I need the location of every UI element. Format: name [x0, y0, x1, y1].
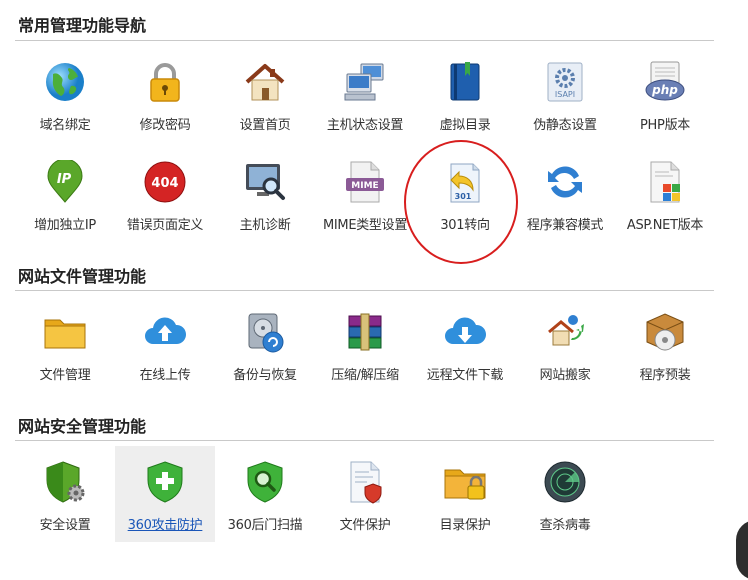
- section-divider: [15, 440, 714, 441]
- nav-item-preinstall[interactable]: 程序预装: [615, 296, 715, 392]
- nav-item-change-password[interactable]: 修改密码: [115, 46, 215, 142]
- isapi-text: ISAPI: [555, 90, 575, 99]
- nav-item-backup-restore[interactable]: 备份与恢复: [215, 296, 315, 392]
- nav-item-aspnet-version[interactable]: ASP.NET版本: [615, 146, 715, 242]
- nav-item-mime-settings[interactable]: MIME MIME类型设置: [315, 146, 415, 242]
- disk-backup-icon: [243, 310, 287, 354]
- nav-item-label: 程序兼容模式: [526, 218, 604, 233]
- section-divider: [15, 290, 714, 291]
- radar-icon: [543, 460, 587, 504]
- mime-file-icon: MIME: [343, 160, 387, 204]
- nav-item-label: 在线上传: [139, 368, 191, 383]
- nav-item-label: 查杀病毒: [539, 518, 591, 533]
- site-move-icon: [543, 310, 587, 354]
- section-divider: [15, 40, 714, 41]
- nav-item-security-settings[interactable]: 安全设置: [15, 446, 115, 542]
- nav-item-domain-binding[interactable]: 域名绑定: [15, 46, 115, 142]
- nav-item-virtual-directory[interactable]: 虚拟目录: [415, 46, 515, 142]
- nav-item-label: 伪静态设置: [533, 118, 597, 133]
- nav-item-label: 设置首页: [239, 118, 291, 133]
- nav-item-label: 文件保护: [339, 518, 391, 533]
- nav-item-label: 主机诊断: [239, 218, 291, 233]
- lock-icon: [143, 60, 187, 104]
- nav-item-label: 错误页面定义: [126, 218, 204, 233]
- nav-item-label: 301转向: [440, 218, 490, 233]
- icon-row: 安全设置 360攻击防护 360后门扫描 文件保护 目录保护 查杀病毒: [15, 446, 715, 546]
- icon-row: 文件管理 在线上传 备份与恢复 压缩/解压缩 远程文件下载 网站搬家 程序预装: [15, 296, 715, 396]
- cloud-download-icon: [443, 310, 487, 354]
- folder-lock-icon: [443, 460, 487, 504]
- nav-item-add-ip[interactable]: IP 增加独立IP: [15, 146, 115, 242]
- nav-item-label: ASP.NET版本: [626, 218, 704, 233]
- section-title-common: 常用管理功能导航: [18, 16, 147, 35]
- nav-item-label: MIME类型设置: [322, 218, 408, 233]
- section-title-security: 网站安全管理功能: [18, 417, 147, 436]
- cloud-upload-icon: [143, 310, 187, 354]
- php-icon: php: [643, 60, 687, 104]
- error-404-text: 404: [151, 176, 178, 191]
- nav-item-label: 增加独立IP: [34, 218, 96, 233]
- nav-item-file-manager[interactable]: 文件管理: [15, 296, 115, 392]
- nav-item-301-redirect[interactable]: 301 301转向: [415, 146, 515, 242]
- nav-item-label: 文件管理: [39, 368, 91, 383]
- nav-item-label: 压缩/解压缩: [331, 368, 399, 383]
- globe-icon: [43, 60, 87, 104]
- nav-item-file-protection[interactable]: 文件保护: [315, 446, 415, 542]
- nav-item-360-attack-protection[interactable]: 360攻击防护: [115, 446, 215, 542]
- nav-item-label: 修改密码: [139, 118, 191, 133]
- icon-row: 域名绑定 修改密码 设置首页 主机状态设置 虚拟目录 ISAPI 伪静态设置 p…: [15, 46, 715, 146]
- monitor-search-icon: [243, 160, 287, 204]
- nav-item-virus-scan[interactable]: 查杀病毒: [515, 446, 615, 542]
- shield-plus-icon: [143, 460, 187, 504]
- nav-item-label: 域名绑定: [39, 118, 91, 133]
- nav-item-rewrite[interactable]: ISAPI 伪静态设置: [515, 46, 615, 142]
- php-text: php: [651, 83, 678, 97]
- nav-item-label: 网站搬家: [539, 368, 591, 383]
- section-title-files: 网站文件管理功能: [18, 267, 147, 286]
- refresh-arrows-icon: [543, 160, 587, 204]
- scroll-handle[interactable]: [736, 520, 748, 580]
- nav-item-label: 360攻击防护: [127, 518, 203, 533]
- computers-icon: [343, 60, 387, 104]
- nav-item-label: 安全设置: [39, 518, 91, 533]
- nav-item-label: 远程文件下载: [426, 368, 504, 383]
- isapi-gear-icon: ISAPI: [543, 60, 587, 104]
- folder-icon: [43, 310, 87, 354]
- mime-text: MIME: [351, 181, 378, 191]
- nav-item-compress[interactable]: 压缩/解压缩: [315, 296, 415, 392]
- nav-item-label: 360后门扫描: [227, 518, 303, 533]
- shield-scan-icon: [243, 460, 287, 504]
- nav-item-online-upload[interactable]: 在线上传: [115, 296, 215, 392]
- nav-item-directory-protection[interactable]: 目录保护: [415, 446, 515, 542]
- file-shield-icon: [343, 460, 387, 504]
- nav-item-label: 主机状态设置: [326, 118, 404, 133]
- nav-item-error-page[interactable]: 404 错误页面定义: [115, 146, 215, 242]
- nav-item-host-diagnosis[interactable]: 主机诊断: [215, 146, 315, 242]
- aspnet-file-icon: [643, 160, 687, 204]
- nav-item-host-status[interactable]: 主机状态设置: [315, 46, 415, 142]
- redirect-301-text: 301: [455, 192, 472, 201]
- nav-item-label: PHP版本: [640, 118, 690, 133]
- nav-item-label: 虚拟目录: [439, 118, 491, 133]
- shield-gear-icon: [43, 460, 87, 504]
- icon-row: IP 增加独立IP 404 错误页面定义 主机诊断 MIME MIME类型设置 …: [15, 146, 715, 246]
- ip-pin-icon: IP: [43, 160, 87, 204]
- error-404-icon: 404: [143, 160, 187, 204]
- nav-item-label: 程序预装: [639, 368, 691, 383]
- nav-item-site-move[interactable]: 网站搬家: [515, 296, 615, 392]
- ip-text: IP: [57, 172, 72, 187]
- book-icon: [443, 60, 487, 104]
- nav-item-compat-mode[interactable]: 程序兼容模式: [515, 146, 615, 242]
- install-box-icon: [643, 310, 687, 354]
- redirect-301-icon: 301: [443, 160, 487, 204]
- nav-item-php-version[interactable]: php PHP版本: [615, 46, 715, 142]
- nav-item-label: 目录保护: [439, 518, 491, 533]
- nav-item-set-homepage[interactable]: 设置首页: [215, 46, 315, 142]
- house-icon: [243, 60, 287, 104]
- nav-item-remote-download[interactable]: 远程文件下载: [415, 296, 515, 392]
- archive-books-icon: [343, 310, 387, 354]
- nav-item-label: 备份与恢复: [233, 368, 297, 383]
- nav-item-360-backdoor-scan[interactable]: 360后门扫描: [215, 446, 315, 542]
